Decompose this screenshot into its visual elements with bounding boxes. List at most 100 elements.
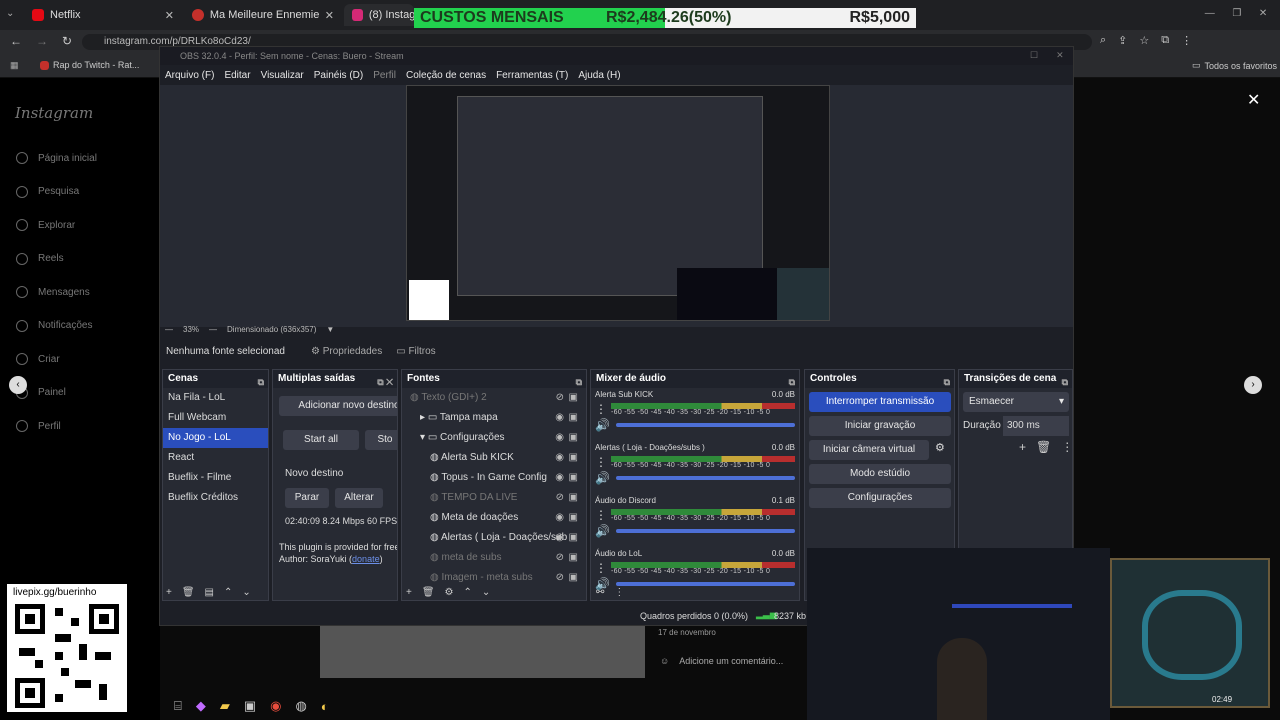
expand-icon[interactable]: ▾: [420, 432, 428, 443]
visibility-icon[interactable]: ◉: [555, 468, 564, 488]
star-icon[interactable]: ☆: [1139, 34, 1149, 47]
source-item[interactable]: ▸ ▭ Tampa mapa ◉ ▣: [402, 408, 586, 428]
lock-icon[interactable]: ▣: [569, 508, 578, 528]
trash-icon[interactable]: 🗑: [182, 587, 195, 598]
lock-icon[interactable]: ▣: [569, 468, 578, 488]
copilot-icon[interactable]: ◆: [196, 698, 206, 714]
tab-instagram[interactable]: (8) Instagram: [344, 4, 414, 26]
app-icon[interactable]: ▣: [244, 698, 256, 714]
bookmark-all[interactable]: ▭ Todos os favoritos: [1192, 60, 1277, 71]
visibility-icon[interactable]: ⊘: [556, 488, 564, 508]
zoom-icon[interactable]: ⌕: [1100, 34, 1106, 47]
more-icon[interactable]: ⋮: [595, 402, 607, 416]
source-item[interactable]: ◍ Topus - In Game Config ◉ ▣: [402, 468, 586, 488]
trash-icon[interactable]: 🗑: [422, 587, 435, 598]
more-icon[interactable]: ⋮: [595, 561, 607, 575]
tab-netflix[interactable]: Netflix ✕: [24, 4, 182, 26]
lock-icon[interactable]: ▣: [569, 408, 578, 428]
stop-button[interactable]: Parar: [285, 488, 329, 508]
scene-item[interactable]: Full Webcam: [163, 408, 268, 428]
down-icon[interactable]: ⌄: [482, 587, 490, 598]
visibility-icon[interactable]: ◉: [555, 448, 564, 468]
down-icon[interactable]: ⌄: [242, 587, 250, 598]
file-explorer-icon[interactable]: ▰: [220, 698, 230, 714]
visibility-icon[interactable]: ◉: [555, 428, 564, 448]
ig-nav-item[interactable]: Mensagens: [16, 286, 90, 298]
visibility-icon[interactable]: ◉: [555, 528, 564, 548]
ig-nav-item[interactable]: Criar: [16, 353, 60, 365]
source-item[interactable]: ▾ ▭ Configurações ◉ ▣: [402, 428, 586, 448]
close-icon[interactable]: ✕: [1247, 90, 1260, 110]
share-icon[interactable]: ⇪: [1118, 34, 1127, 47]
scene-item[interactable]: React: [163, 448, 268, 468]
scene-item[interactable]: Bueflix Créditos: [163, 488, 268, 508]
scene-item[interactable]: No Jogo - LoL: [163, 428, 268, 448]
source-item[interactable]: ◍ Alerta Sub KICK ◉ ▣: [402, 448, 586, 468]
duration-field[interactable]: 300 ms: [1003, 416, 1069, 436]
menu-item[interactable]: Visualizar: [261, 70, 304, 81]
task-view-icon[interactable]: ⌸: [174, 698, 182, 714]
more-icon[interactable]: ⋮: [595, 508, 607, 522]
link-icon[interactable]: ⚯: [596, 587, 604, 598]
menu-icon[interactable]: ⋮: [1181, 34, 1192, 47]
filters-button[interactable]: ▭ Filtros: [396, 346, 435, 357]
ig-nav-item[interactable]: Perfil: [16, 420, 61, 432]
prev-icon[interactable]: ‹: [9, 376, 27, 394]
bookmark-rap[interactable]: Rap do Twitch - Rat...: [40, 60, 139, 70]
back-icon[interactable]: ←: [10, 34, 22, 48]
donate-link[interactable]: donate: [352, 554, 380, 564]
source-item[interactable]: ◍ TEMPO DA LIVE ⊘ ▣: [402, 488, 586, 508]
control-button[interactable]: Iniciar câmera virtual: [809, 440, 929, 460]
close-icon[interactable]: ✕: [1259, 8, 1267, 19]
source-item[interactable]: ◍ Meta de doações ◉ ▣: [402, 508, 586, 528]
control-button[interactable]: Interromper transmissão: [809, 392, 951, 412]
close-icon[interactable]: ✕: [1056, 50, 1064, 61]
filter-icon[interactable]: ▤: [205, 587, 214, 598]
panel-icon[interactable]: ⧉: [258, 373, 264, 391]
add-icon[interactable]: +: [1019, 440, 1026, 454]
speaker-icon[interactable]: 🔊: [595, 471, 610, 485]
maximize-icon[interactable]: ☐: [1030, 50, 1038, 61]
obs-icon[interactable]: ◍: [295, 698, 306, 714]
visibility-icon[interactable]: ◉: [555, 508, 564, 528]
transition-select[interactable]: Esmaecer ▾: [963, 392, 1069, 412]
next-icon[interactable]: ›: [1244, 376, 1262, 394]
menu-item[interactable]: Painéis (D): [314, 70, 363, 81]
up-icon[interactable]: ⌃: [224, 587, 232, 598]
visibility-icon[interactable]: ⊘: [556, 388, 564, 408]
gear-icon[interactable]: ⚙: [935, 441, 945, 454]
emoji-icon[interactable]: ☺: [660, 656, 669, 666]
more-icon[interactable]: ⋮: [614, 587, 624, 598]
menu-item[interactable]: Ferramentas (T): [496, 70, 568, 81]
app-icon[interactable]: ◐: [321, 699, 329, 714]
change-button[interactable]: Alterar: [335, 488, 383, 508]
properties-button[interactable]: ⚙ Propriedades: [311, 346, 382, 357]
lock-icon[interactable]: ▣: [569, 428, 578, 448]
menu-item[interactable]: Ajuda (H): [578, 70, 620, 81]
forward-icon[interactable]: →: [36, 34, 48, 48]
lock-icon[interactable]: ▣: [569, 568, 578, 588]
lock-icon[interactable]: ▣: [569, 488, 578, 508]
expand-icon[interactable]: ▸: [420, 412, 428, 423]
apps-icon[interactable]: ▦: [10, 60, 20, 70]
lock-icon[interactable]: ▣: [569, 528, 578, 548]
close-icon[interactable]: ⧉ ✕: [377, 373, 393, 391]
more-icon[interactable]: ⋮: [1061, 440, 1073, 454]
scene-item[interactable]: Bueflix - Filme: [163, 468, 268, 488]
source-item[interactable]: ◍ Imagem - meta subs ⊘ ▣: [402, 568, 586, 588]
start-all-button[interactable]: Start all: [283, 430, 359, 450]
add-icon[interactable]: +: [166, 587, 172, 598]
scale-mode[interactable]: Dimensionado (636x357): [227, 325, 316, 334]
volume-slider[interactable]: [615, 582, 795, 586]
lock-icon[interactable]: ▣: [569, 548, 578, 568]
add-icon[interactable]: +: [406, 587, 412, 598]
more-icon[interactable]: ⋮: [595, 455, 607, 469]
speaker-icon[interactable]: 🔊: [595, 524, 610, 538]
maximize-icon[interactable]: ❐: [1232, 8, 1241, 19]
close-icon[interactable]: ✕: [325, 9, 334, 22]
volume-slider[interactable]: [615, 423, 795, 427]
comment-field[interactable]: ☺ Adicione um comentário...: [660, 656, 783, 666]
minimize-icon[interactable]: —: [1205, 8, 1215, 19]
menu-item[interactable]: Coleção de cenas: [406, 70, 486, 81]
reload-icon[interactable]: ↻: [62, 34, 72, 48]
